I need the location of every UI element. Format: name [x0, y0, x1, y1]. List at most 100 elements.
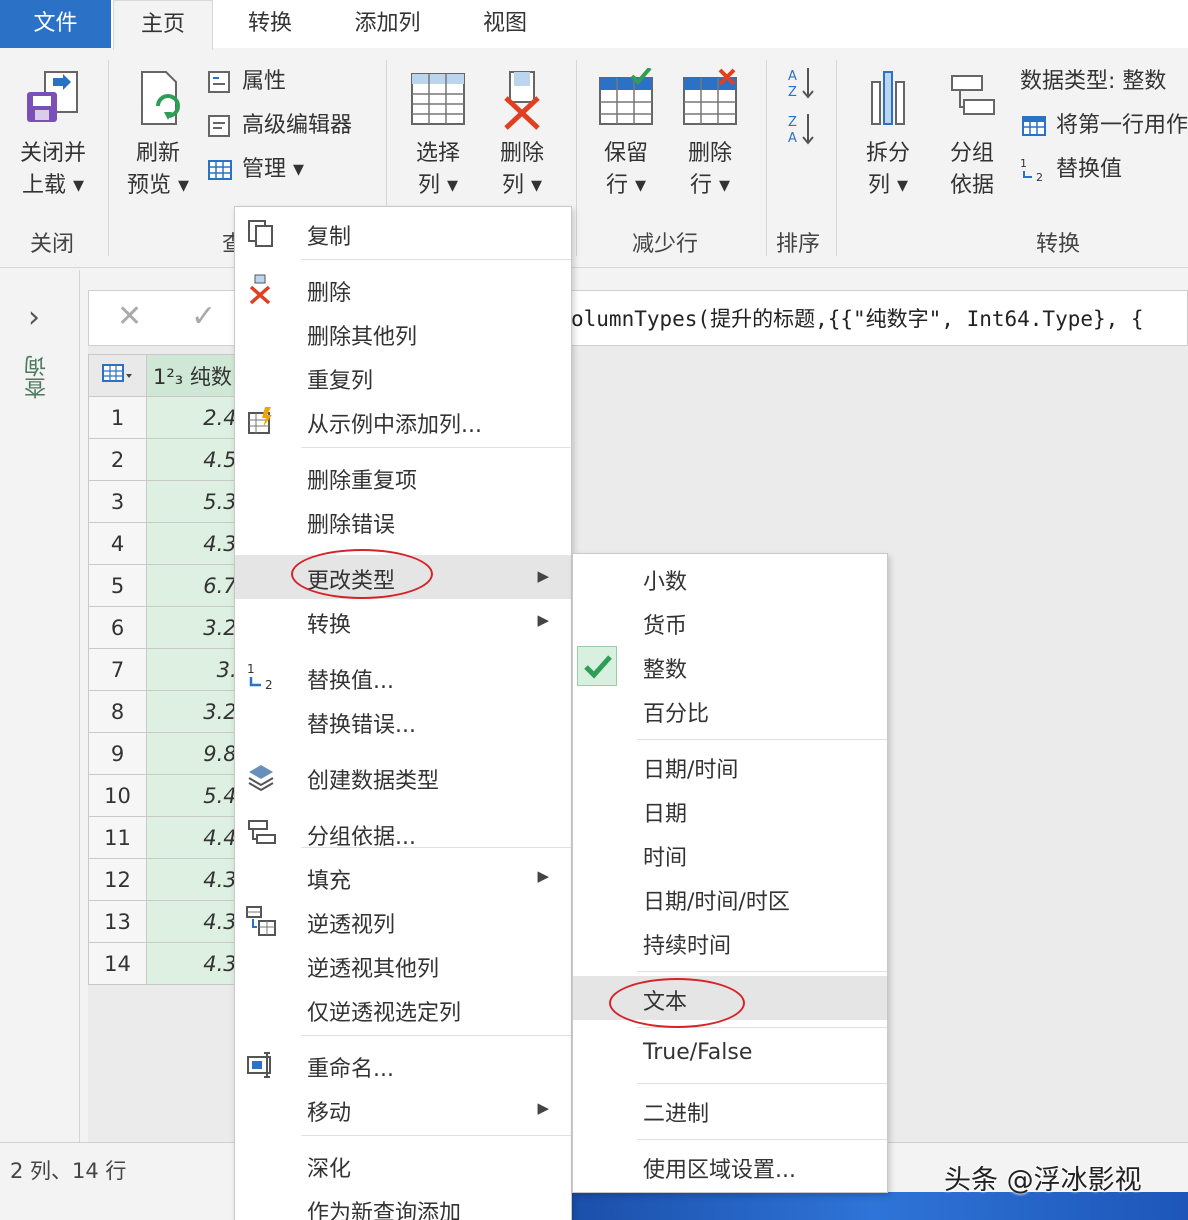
table-row[interactable]: 6 3.21	[88, 606, 257, 649]
table-row[interactable]: 4 4.39	[88, 522, 257, 565]
menu-item-drill-down[interactable]: 深化	[235, 1143, 571, 1187]
menu-item-fill[interactable]: 填充 ▶	[235, 855, 571, 899]
submenu-item-true-false[interactable]: True/False	[573, 1032, 887, 1076]
menu-separator	[301, 1035, 571, 1036]
menu-item-label: 创建数据类型	[307, 769, 440, 794]
tab-file[interactable]: 文件	[0, 0, 111, 48]
menu-item-create-data-type[interactable]: 创建数据类型	[235, 755, 571, 799]
submenu-item-binary[interactable]: 二进制	[573, 1088, 887, 1132]
menu-item-duplicate-column[interactable]: 重复列	[235, 355, 571, 399]
submenu-item-time[interactable]: 时间	[573, 832, 887, 876]
submenu-item-label: 日期	[643, 802, 688, 827]
menu-separator	[301, 447, 571, 448]
menu-item-unpivot-other-columns[interactable]: 逆透视其他列	[235, 943, 571, 987]
manage-button[interactable]: 管理 ▾	[206, 154, 304, 186]
table-row[interactable]: 8 3.21	[88, 690, 257, 733]
table-row[interactable]: 9 9.87	[88, 732, 257, 775]
split-column-button[interactable]: 拆分 列 ▾	[846, 68, 930, 202]
row-number: 1	[88, 396, 147, 439]
sort-ascending-button[interactable]: AZ	[786, 64, 816, 112]
tab-home[interactable]: 主页	[113, 0, 213, 52]
confirm-icon[interactable]: ✓	[191, 299, 216, 334]
menu-item-add-column-from-examples[interactable]: 从示例中添加列...	[235, 399, 571, 443]
submenu-item-currency[interactable]: 货币	[573, 600, 887, 644]
keep-rows-button[interactable]: 保留 行 ▾	[584, 68, 668, 202]
submenu-item-datetime[interactable]: 日期/时间	[573, 744, 887, 788]
properties-button[interactable]: 属性	[206, 66, 286, 98]
menu-item-group-by[interactable]: 分组依据...	[235, 811, 571, 855]
submenu-item-whole-number[interactable]: 整数	[573, 644, 887, 688]
submenu-arrow-icon: ▶	[537, 611, 549, 629]
menu-item-label: 重复列	[307, 369, 374, 394]
remove-columns-button[interactable]: 删除 列 ▾	[480, 68, 564, 202]
menu-item-transform[interactable]: 转换 ▶	[235, 599, 571, 643]
table-menu-icon[interactable]	[88, 354, 147, 397]
menu-item-replace-errors[interactable]: 替换错误...	[235, 699, 571, 743]
remove-rows-button[interactable]: 删除 行 ▾	[668, 68, 752, 202]
table-row[interactable]: 11 4.43	[88, 816, 257, 859]
menu-item-replace-values[interactable]: 1 2 替换值...	[235, 655, 571, 699]
replace-values-button[interactable]: 1 2 替换值	[1020, 154, 1122, 186]
menu-item-remove-duplicates[interactable]: 删除重复项	[235, 455, 571, 499]
table-row[interactable]: 1 2.43	[88, 396, 257, 439]
menu-item-label: 删除	[307, 281, 352, 306]
row-number: 14	[88, 942, 147, 985]
menu-item-copy[interactable]: 复制	[235, 211, 571, 255]
use-first-row-as-headers-button[interactable]: 将第一行用作	[1020, 110, 1188, 142]
menu-item-rename[interactable]: 重命名...	[235, 1043, 571, 1087]
menu-item-remove-errors[interactable]: 删除错误	[235, 499, 571, 543]
formula-input[interactable]: olumnTypes(提升的标题,{{"纯数字", Int64.Type}, {	[571, 303, 1144, 333]
table-row[interactable]: 3 5.37	[88, 480, 257, 523]
row-number: 2	[88, 438, 147, 481]
cancel-icon[interactable]: ✕	[117, 299, 142, 334]
queries-pane-label[interactable]: 查询	[22, 355, 54, 399]
group-by-label-2: 依据	[949, 173, 994, 198]
keep-rows-icon	[599, 68, 653, 125]
remove-icon	[249, 274, 271, 305]
data-type-dropdown[interactable]: 数据类型: 整数	[1020, 66, 1166, 98]
table-row[interactable]: 14 4.32	[88, 942, 257, 985]
submenu-item-label: 整数	[643, 658, 688, 683]
menu-item-unpivot-columns[interactable]: 逆透视列	[235, 899, 571, 943]
close-and-load-button[interactable]: 关闭并 上载 ▾	[10, 68, 96, 202]
svg-text:A: A	[788, 69, 797, 84]
svg-text:2: 2	[1036, 171, 1043, 183]
expand-chevron-icon[interactable]: ›	[28, 300, 40, 335]
sort-descending-button[interactable]: ZA	[786, 110, 816, 158]
ribbon-separator	[836, 60, 837, 256]
submenu-item-date[interactable]: 日期	[573, 788, 887, 832]
table-row[interactable]: 10 5.48	[88, 774, 257, 817]
advanced-editor-button[interactable]: 高级编辑器	[206, 110, 352, 142]
ribbon-tab-bar: 文件 主页 转换 添加列 视图	[0, 0, 1188, 52]
menu-item-move[interactable]: 移动 ▶	[235, 1087, 571, 1131]
table-row[interactable]: 5 6.78	[88, 564, 257, 607]
table-row[interactable]: 2 4.57	[88, 438, 257, 481]
table-row[interactable]: 73.4	[88, 648, 257, 691]
tab-add-column[interactable]: 添加列	[330, 0, 445, 48]
group-by-icon	[951, 75, 995, 115]
submenu-item-using-locale[interactable]: 使用区域设置...	[573, 1144, 887, 1188]
submenu-item-decimal[interactable]: 小数	[573, 556, 887, 600]
submenu-item-datetime-timezone[interactable]: 日期/时间/时区	[573, 876, 887, 920]
table-row[interactable]: 12 4.37	[88, 858, 257, 901]
tab-transform[interactable]: 转换	[225, 0, 315, 48]
menu-item-remove-other-columns[interactable]: 删除其他列	[235, 311, 571, 355]
menu-item-unpivot-only-selected[interactable]: 仅逆透视选定列	[235, 987, 571, 1031]
refresh-preview-button[interactable]: 刷新 预览 ▾	[118, 68, 198, 202]
table-row[interactable]: 13 4.32	[88, 900, 257, 943]
ribbon-separator	[576, 60, 577, 256]
choose-columns-button[interactable]: 选择 列 ▾	[396, 68, 480, 202]
svg-text:Z: Z	[788, 115, 797, 130]
submenu-item-duration[interactable]: 持续时间	[573, 920, 887, 964]
status-text: 2 列、14 行	[10, 1159, 127, 1183]
tab-view[interactable]: 视图	[460, 0, 550, 48]
submenu-item-percentage[interactable]: 百分比	[573, 688, 887, 732]
group-by-button[interactable]: 分组 依据	[930, 68, 1014, 202]
choose-columns-icon	[411, 73, 465, 125]
replace-values-label: 替换值	[1056, 157, 1123, 182]
menu-item-add-as-new-query[interactable]: 作为新查询添加	[235, 1187, 571, 1220]
group-by-icon	[248, 820, 276, 844]
svg-text:2: 2	[265, 678, 273, 692]
menu-separator	[637, 1083, 887, 1084]
menu-item-remove[interactable]: 删除	[235, 267, 571, 311]
